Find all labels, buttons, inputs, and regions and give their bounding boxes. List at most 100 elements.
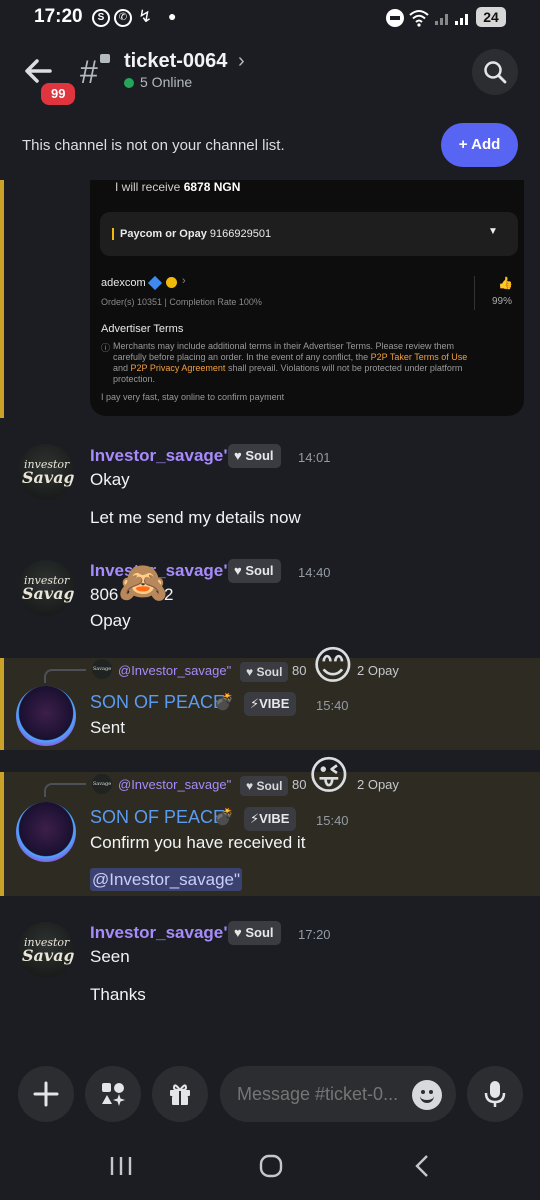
role-tag: ♥ Soul [228,921,281,945]
message-text: Seen [90,947,130,966]
microphone-icon [484,1081,506,1107]
reply-author[interactable]: @Investor_savage" [118,663,231,678]
whatsapp-icon: ✆ [114,9,132,27]
home-icon[interactable] [258,1154,284,1178]
avatar[interactable] [16,686,76,746]
payment-number: 9166929501 [209,228,272,240]
role-tag: ⚡VIBE [244,692,297,716]
reply-connector [44,669,86,683]
role-tag-label: VIBE [259,811,290,826]
reply-avatar: Savage [92,659,112,679]
terms-line-3-post: shall prevail. Violations will not be pr… [227,363,463,373]
voice-message-button[interactable] [467,1066,523,1122]
message-text: Confirm you have received it [90,833,306,852]
terms-title: Advertiser Terms [101,323,184,335]
reply-avatar: Savage [92,774,112,794]
role-tag-label: Soul [245,563,274,578]
apps-button[interactable] [85,1066,141,1122]
search-icon [484,61,507,84]
message-timestamp: 14:40 [298,565,331,580]
channel-notice: This channel is not on your channel list… [0,116,540,180]
online-status-dot [124,78,134,88]
message-timestamp: 15:40 [316,698,349,713]
status-time: 17:20 [34,6,83,27]
message-timestamp: 14:01 [298,450,331,465]
search-button[interactable] [472,49,518,95]
reply-text: 2 Opay [357,777,399,792]
reply-role-tag-label: Soul [256,665,283,679]
status-bar: 17:20 S ✆ ↯ ● 24 [0,0,540,36]
role-tag: ⚡VIBE [244,807,297,831]
role-tag-label: Soul [245,925,274,940]
message-author[interactable]: Investor_savage" [90,923,231,943]
message-timestamp: 17:20 [298,927,331,942]
avatar[interactable]: investor Savage [18,560,74,616]
reply-role-tag-label: Soul [256,779,283,793]
system-nav-bar [0,1130,540,1200]
avatar[interactable]: investor Savage [18,922,74,978]
gift-icon [170,1084,190,1105]
battery-indicator: 24 [476,7,506,27]
recent-apps-icon[interactable] [109,1155,133,1177]
receive-label: I will receive [115,180,181,194]
channel-title[interactable]: ticket-0064 [124,50,227,73]
thread-hash-icon: # [80,54,98,90]
dot-icon: ● [168,8,177,24]
tongue-emoji-sticker: 😜 [308,754,350,798]
caret-down-icon: ▼ [488,226,498,237]
message-text: Opay [90,611,131,630]
terms-line-2: carefully before placing an order. In th… [113,352,369,362]
avatar[interactable]: investor Savage [18,444,74,500]
reply-text: 2 Opay [357,663,399,678]
signal-icon [455,14,468,25]
avatar[interactable] [16,802,76,862]
info-icon: ⓘ [101,343,111,353]
chevron-right-icon: › [182,275,186,287]
gold-badge-icon [166,277,177,288]
signal-icon [435,14,448,25]
back-icon[interactable] [412,1154,432,1178]
monkey-emoji-sticker: 🙈 [118,561,168,605]
add-channel-button[interactable]: + Add [441,123,518,167]
message-author[interactable]: SON OF PEACE [90,807,225,828]
advertiser-note: I pay very fast, stay online to confirm … [101,392,285,402]
merchant-name: adexcom [101,277,146,289]
terms-line-1: Merchants may include additional terms i… [113,341,454,351]
channel-header: 99 # ticket-0064 › 5 Online [0,36,540,116]
image-attachment[interactable]: I will receive 6878 NGN Paycom or Opay 9… [90,180,524,416]
reply-role-tag: ♥ Soul [240,776,289,796]
role-tag-label: VIBE [259,696,290,711]
payment-method: Paycom or Opay [120,228,207,240]
reply-role-tag: ♥ Soul [240,662,289,682]
s-icon: S [92,9,110,27]
message-author[interactable]: SON OF PEACE [90,692,225,713]
terms-link-2: P2P Privacy Agreement [130,363,226,373]
rating: 99% [492,296,513,307]
reply-author[interactable]: @Investor_savage" [118,777,231,792]
payment-method-select: Paycom or Opay 9166929501 ▼ [100,212,518,256]
message-text: Sent [90,718,125,737]
notice-text: This channel is not on your channel list… [22,137,285,154]
reply-connector [44,783,86,797]
order-count: Order(s) 10351 [101,297,163,307]
bomb-icon: 💣 [214,809,234,826]
user-mention[interactable]: @Investor_savage" [90,868,243,891]
bomb-icon: 💣 [214,694,234,711]
gift-button[interactable] [152,1066,208,1122]
verified-icon [147,275,163,291]
unread-badge: 99 [38,80,79,108]
attach-button[interactable] [18,1066,74,1122]
message-timestamp: 15:40 [316,813,349,828]
reply-text: 80 [292,777,307,792]
terms-line-3-pre: and [113,363,129,373]
online-count: 5 Online [140,74,193,90]
message-list[interactable]: I will receive 6878 NGN Paycom or Opay 9… [0,180,540,1060]
avatar-text-bottom: Savage [22,946,74,965]
message-text: Let me send my details now [90,508,301,527]
message-author[interactable]: Investor_savage" [90,446,231,466]
wifi-icon [409,10,429,27]
receive-amount: 6878 NGN [183,180,241,194]
avatar-text-bottom: Savage [22,468,74,487]
chevron-right-icon[interactable]: › [238,50,245,73]
emoji-button[interactable] [412,1080,442,1110]
